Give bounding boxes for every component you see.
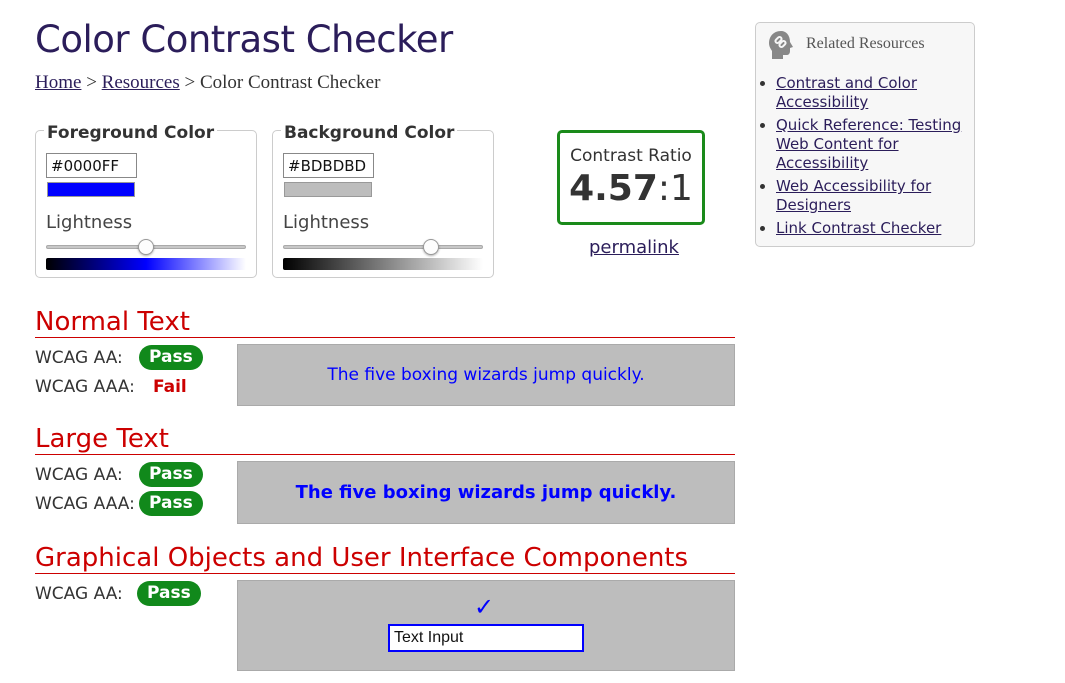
- normal-text-heading: Normal Text: [35, 307, 190, 337]
- normal-wcag-aaa-fail-badge: Fail: [153, 377, 187, 397]
- related-link-designers[interactable]: Web Accessibility for Designers: [776, 177, 931, 214]
- foreground-color-legend: Foreground Color: [44, 123, 218, 143]
- breadcrumb-separator: >: [81, 72, 102, 93]
- foreground-color-swatch[interactable]: [47, 182, 135, 197]
- background-lightness-gradient: [283, 258, 483, 270]
- list-item: Link Contrast Checker: [776, 219, 971, 238]
- breadcrumb-separator: >: [179, 72, 200, 93]
- graphical-wcag-aa-label: WCAG AA:: [35, 584, 123, 604]
- large-wcag-aaa-label: WCAG AAA:: [35, 494, 135, 514]
- contrast-ratio-suffix: :1: [657, 168, 693, 209]
- large-text-sample: The five boxing wizards jump quickly.: [237, 461, 735, 524]
- contrast-ratio-label: Contrast Ratio: [570, 146, 692, 166]
- breadcrumb: Home > Resources > Color Contrast Checke…: [35, 72, 380, 94]
- breadcrumb-current: Color Contrast Checker: [199, 72, 381, 93]
- list-item: Web Accessibility for Designers: [776, 177, 971, 215]
- large-wcag-aa-pass-badge: Pass: [139, 462, 203, 487]
- checkmark-icon: ✓: [474, 593, 495, 621]
- foreground-lightness-gradient: [46, 258, 246, 270]
- related-link-contrast-color[interactable]: Contrast and Color Accessibility: [776, 74, 917, 111]
- background-hex-input[interactable]: [283, 153, 374, 178]
- list-item: Quick Reference: Testing Web Content for…: [776, 116, 971, 173]
- graphical-objects-heading: Graphical Objects and User Interface Com…: [35, 543, 689, 573]
- section-divider: [35, 573, 735, 574]
- breadcrumb-resources-link[interactable]: Resources: [102, 72, 180, 93]
- related-resources-panel: Related Resources Contrast and Color Acc…: [755, 22, 975, 247]
- large-text-heading: Large Text: [35, 424, 169, 454]
- foreground-color-group: Foreground Color Lightness: [35, 123, 257, 278]
- foreground-lightness-label: Lightness: [46, 212, 133, 233]
- background-color-legend: Background Color: [281, 123, 458, 143]
- related-link-quick-reference[interactable]: Quick Reference: Testing Web Content for…: [776, 116, 961, 172]
- background-color-swatch[interactable]: [284, 182, 372, 197]
- background-lightness-track[interactable]: [283, 245, 483, 249]
- large-wcag-aaa-pass-badge: Pass: [139, 491, 203, 516]
- section-divider: [35, 454, 735, 455]
- background-color-group: Background Color Lightness: [272, 123, 494, 278]
- breadcrumb-home-link[interactable]: Home: [35, 72, 81, 93]
- contrast-ratio-box: Contrast Ratio 4.57:1: [557, 130, 705, 225]
- foreground-hex-input[interactable]: [46, 153, 137, 178]
- foreground-lightness-slider-thumb[interactable]: [138, 239, 154, 255]
- permalink-link[interactable]: permalink: [589, 237, 679, 258]
- related-resources-list: Contrast and Color Accessibility Quick R…: [776, 74, 971, 242]
- background-lightness-label: Lightness: [283, 212, 370, 233]
- normal-wcag-aa-pass-badge: Pass: [139, 345, 203, 370]
- large-wcag-aa-label: WCAG AA:: [35, 465, 123, 485]
- normal-wcag-aaa-label: WCAG AAA:: [35, 377, 135, 397]
- related-link-link-contrast[interactable]: Link Contrast Checker: [776, 219, 941, 237]
- related-resources-title: Related Resources: [806, 35, 925, 52]
- graphical-wcag-aa-pass-badge: Pass: [137, 581, 201, 606]
- head-link-icon: [769, 31, 793, 59]
- normal-text-sample: The five boxing wizards jump quickly.: [237, 344, 735, 406]
- list-item: Contrast and Color Accessibility: [776, 74, 971, 112]
- page-title: Color Contrast Checker: [35, 18, 453, 61]
- contrast-ratio-number: 4.57: [569, 168, 658, 209]
- section-divider: [35, 337, 735, 338]
- background-lightness-slider-thumb[interactable]: [423, 239, 439, 255]
- normal-wcag-aa-label: WCAG AA:: [35, 348, 123, 368]
- sample-text-input[interactable]: [388, 624, 584, 652]
- contrast-ratio-value: 4.57:1: [560, 168, 702, 209]
